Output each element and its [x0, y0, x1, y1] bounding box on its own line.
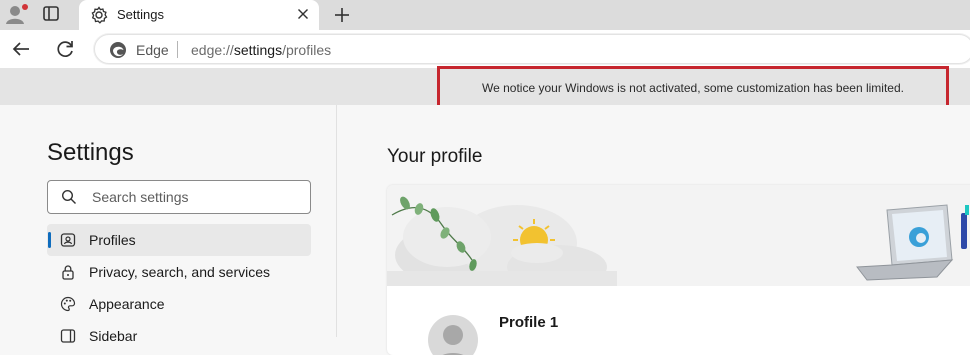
person-icon [442, 325, 464, 355]
sidebar-item-sidebar[interactable]: Sidebar [47, 320, 311, 352]
url-path: /profiles [282, 42, 332, 58]
gear-icon [91, 6, 108, 24]
url-text: edge://settings/profiles [191, 42, 331, 58]
tab-title: Settings [117, 7, 164, 22]
tab-actions-icon [43, 6, 59, 21]
search-input[interactable] [92, 187, 292, 207]
sidebar-item-profiles[interactable]: Profiles [47, 224, 311, 256]
notification-dot [22, 4, 28, 10]
active-indicator [48, 232, 51, 248]
profile-card-icon [60, 233, 76, 247]
profile-button[interactable] [4, 3, 30, 27]
palette-icon [60, 296, 76, 312]
activation-notice-text: We notice your Windows is not activated,… [482, 81, 904, 95]
lock-icon [62, 265, 74, 280]
refresh-icon[interactable] [53, 37, 77, 61]
sidebar-item-label: Sidebar [89, 328, 138, 344]
sidebar-item-privacy[interactable]: Privacy, search, and services [47, 256, 311, 288]
sidebar-icon [60, 329, 76, 343]
profile-name: Profile 1 [499, 314, 559, 331]
settings-content: Your profile Profile 1 [338, 105, 970, 355]
vertical-tabs-button[interactable] [42, 5, 64, 25]
search-icon [61, 189, 76, 204]
address-bar[interactable]: Edge edge://settings/profiles [94, 34, 970, 64]
tab-strip: Settings [0, 0, 970, 30]
sidebar-item-label: Profiles [89, 232, 136, 248]
sidebar-item-label: Privacy, search, and services [89, 264, 271, 280]
new-tab-button[interactable] [331, 4, 353, 26]
search-box[interactable] [47, 180, 311, 214]
section-title: Your profile [387, 146, 483, 167]
url-host: settings [233, 42, 283, 58]
page-title: Settings [47, 139, 134, 166]
tab-settings[interactable]: Settings [79, 0, 319, 30]
avatar[interactable] [428, 315, 478, 355]
close-icon[interactable] [295, 6, 311, 22]
url-scheme: edge:// [191, 42, 234, 58]
sidebar-item-label: Appearance [89, 296, 165, 312]
sidebar-item-appearance[interactable]: Appearance [47, 288, 311, 320]
site-identity-label: Edge [136, 42, 169, 58]
edge-logo-icon [110, 42, 126, 58]
activation-notice: We notice your Windows is not activated,… [437, 66, 949, 109]
profile-banner-illustration [387, 185, 970, 286]
settings-sidebar: Settings Profiles Privacy, search, and s… [0, 105, 337, 344]
back-arrow-icon[interactable] [9, 37, 33, 61]
profile-card: Profile 1 [387, 185, 970, 355]
navigation-bar: Edge edge://settings/profiles [0, 30, 970, 68]
omnibox-separator [177, 41, 178, 58]
